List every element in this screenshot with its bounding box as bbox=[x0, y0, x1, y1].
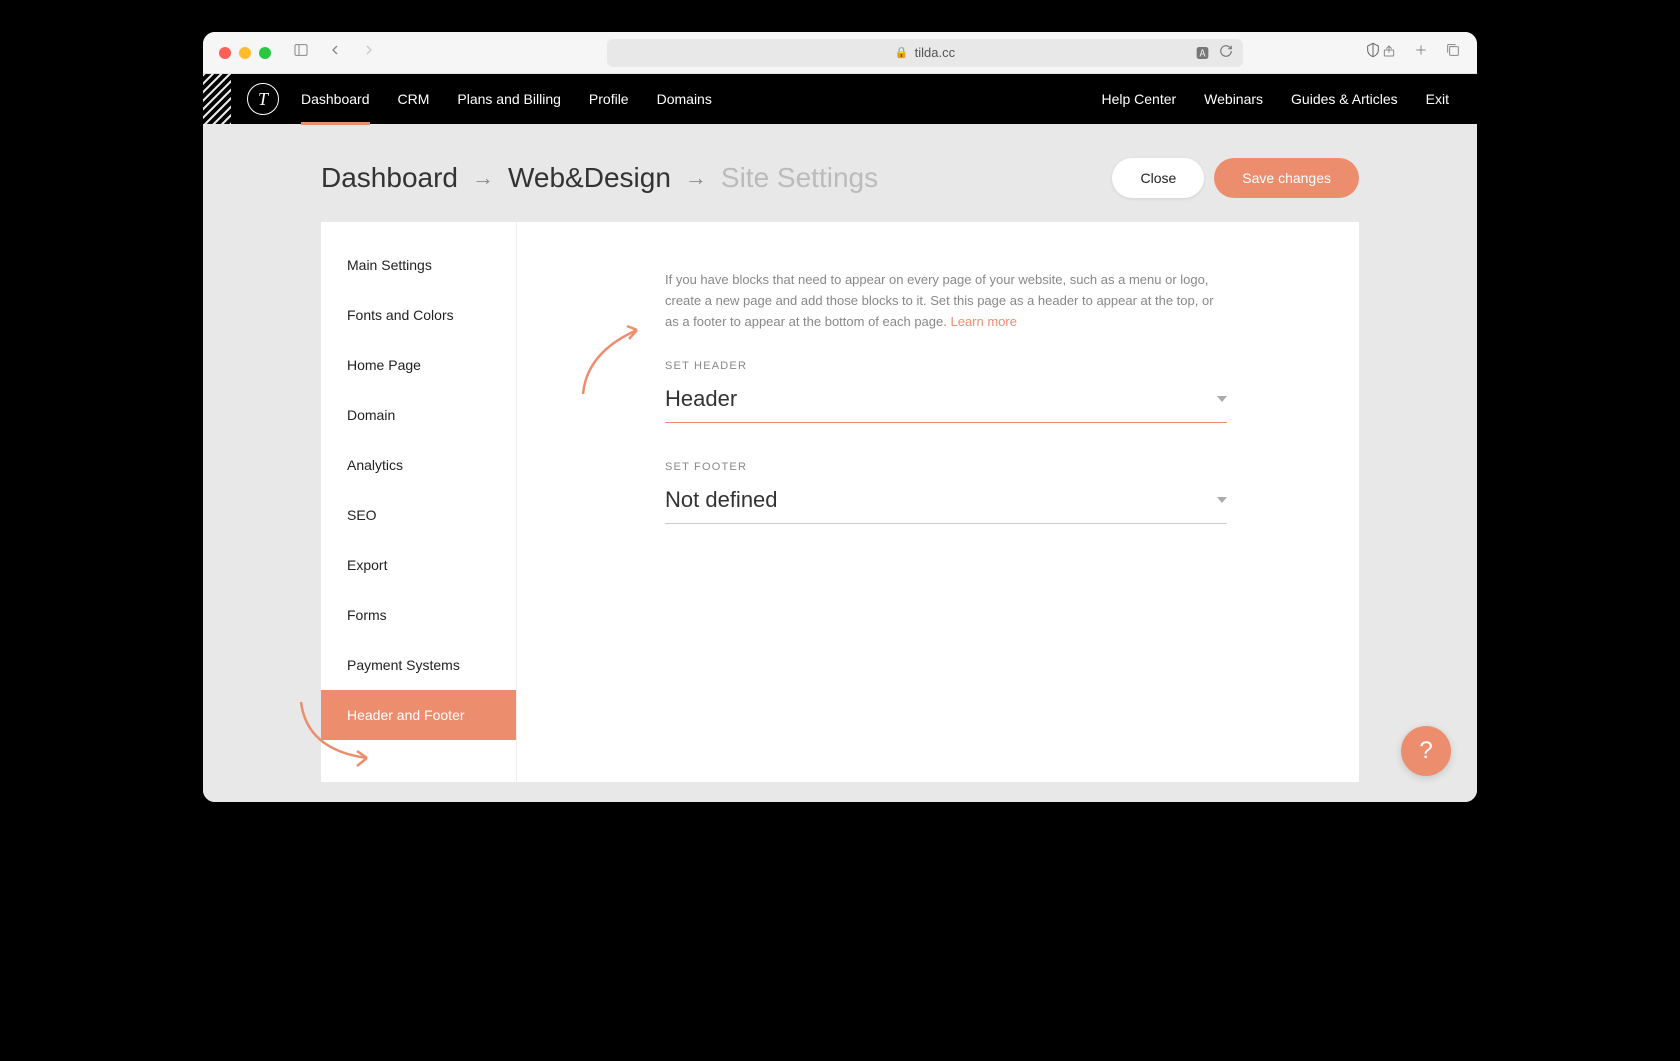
reload-icon[interactable] bbox=[1219, 44, 1233, 61]
app-content: T Dashboard CRM Plans and Billing Profil… bbox=[203, 74, 1477, 802]
sidebar-item-home-page[interactable]: Home Page bbox=[321, 340, 516, 390]
nav-pattern-decoration bbox=[203, 74, 231, 124]
breadcrumb-current: Site Settings bbox=[721, 162, 878, 194]
help-fab-button[interactable]: ? bbox=[1401, 726, 1451, 776]
breadcrumbs: Dashboard → Web&Design → Site Settings bbox=[321, 162, 878, 194]
annotation-arrow-icon bbox=[575, 312, 655, 402]
browser-chrome: 🔒 tilda.cc 🅰 bbox=[203, 32, 1477, 74]
top-nav: T Dashboard CRM Plans and Billing Profil… bbox=[203, 74, 1477, 124]
footer-dropdown-value: Not defined bbox=[665, 487, 778, 513]
nav-right: Help Center Webinars Guides & Articles E… bbox=[1101, 91, 1449, 107]
chevron-down-icon bbox=[1217, 396, 1227, 402]
question-mark-icon: ? bbox=[1419, 737, 1432, 765]
forward-button[interactable] bbox=[361, 42, 377, 63]
sidebar-item-header-footer[interactable]: Header and Footer bbox=[321, 690, 516, 740]
sidebar-item-seo[interactable]: SEO bbox=[321, 490, 516, 540]
header-dropdown[interactable]: Header bbox=[665, 386, 1227, 423]
address-bar[interactable]: 🔒 tilda.cc 🅰 bbox=[607, 39, 1243, 67]
close-button[interactable]: Close bbox=[1112, 158, 1204, 198]
traffic-lights bbox=[219, 47, 271, 59]
sidebar-item-forms[interactable]: Forms bbox=[321, 590, 516, 640]
tabs-icon[interactable] bbox=[1445, 42, 1461, 63]
new-tab-icon[interactable] bbox=[1413, 42, 1429, 63]
nav-crm[interactable]: CRM bbox=[398, 75, 430, 123]
page-body: Dashboard → Web&Design → Site Settings C… bbox=[203, 124, 1477, 802]
sidebar-item-payment-systems[interactable]: Payment Systems bbox=[321, 640, 516, 690]
breadcrumb-site[interactable]: Web&Design bbox=[508, 162, 671, 194]
nav-webinars[interactable]: Webinars bbox=[1204, 91, 1263, 107]
nav-guides[interactable]: Guides & Articles bbox=[1291, 91, 1398, 107]
save-changes-button[interactable]: Save changes bbox=[1214, 158, 1359, 198]
maximize-window-button[interactable] bbox=[259, 47, 271, 59]
nav-dashboard[interactable]: Dashboard bbox=[301, 75, 370, 123]
nav-profile[interactable]: Profile bbox=[589, 75, 629, 123]
address-url: tilda.cc bbox=[915, 45, 955, 60]
learn-more-link[interactable]: Learn more bbox=[950, 314, 1016, 329]
nav-help-center[interactable]: Help Center bbox=[1101, 91, 1176, 107]
share-icon[interactable] bbox=[1381, 42, 1397, 63]
close-window-button[interactable] bbox=[219, 47, 231, 59]
settings-sidebar: Main Settings Fonts and Colors Home Page… bbox=[321, 222, 517, 782]
sidebar-item-export[interactable]: Export bbox=[321, 540, 516, 590]
nav-exit[interactable]: Exit bbox=[1426, 91, 1449, 107]
header-dropdown-value: Header bbox=[665, 386, 737, 412]
sidebar-item-fonts-colors[interactable]: Fonts and Colors bbox=[321, 290, 516, 340]
breadcrumb-arrow-icon: → bbox=[472, 165, 494, 191]
sidebar-item-domain[interactable]: Domain bbox=[321, 390, 516, 440]
nav-plans-billing[interactable]: Plans and Billing bbox=[457, 75, 561, 123]
sidebar-item-main-settings[interactable]: Main Settings bbox=[321, 240, 516, 290]
set-footer-label: SET FOOTER bbox=[665, 461, 1227, 473]
nav-domains[interactable]: Domains bbox=[657, 75, 712, 123]
description-text: If you have blocks that need to appear o… bbox=[665, 270, 1227, 332]
settings-panel: Main Settings Fonts and Colors Home Page… bbox=[321, 222, 1359, 782]
settings-main-area: If you have blocks that need to appear o… bbox=[517, 222, 1359, 782]
lock-icon: 🔒 bbox=[895, 46, 909, 59]
breadcrumb-dashboard[interactable]: Dashboard bbox=[321, 162, 458, 194]
back-button[interactable] bbox=[327, 42, 343, 63]
breadcrumb-row: Dashboard → Web&Design → Site Settings C… bbox=[321, 124, 1359, 222]
footer-dropdown[interactable]: Not defined bbox=[665, 487, 1227, 524]
tilda-logo[interactable]: T bbox=[247, 83, 279, 115]
privacy-shield-icon[interactable] bbox=[1365, 42, 1381, 63]
browser-window: 🔒 tilda.cc 🅰 T bbox=[203, 32, 1477, 802]
breadcrumb-arrow-icon: → bbox=[685, 165, 707, 191]
translate-icon[interactable]: 🅰 bbox=[1196, 43, 1209, 62]
sidebar-item-analytics[interactable]: Analytics bbox=[321, 440, 516, 490]
header-actions: Close Save changes bbox=[1112, 158, 1359, 198]
minimize-window-button[interactable] bbox=[239, 47, 251, 59]
nav-left: Dashboard CRM Plans and Billing Profile … bbox=[301, 75, 712, 123]
set-header-label: SET HEADER bbox=[665, 360, 1227, 372]
sidebar-toggle-icon[interactable] bbox=[293, 42, 309, 63]
chevron-down-icon bbox=[1217, 497, 1227, 503]
